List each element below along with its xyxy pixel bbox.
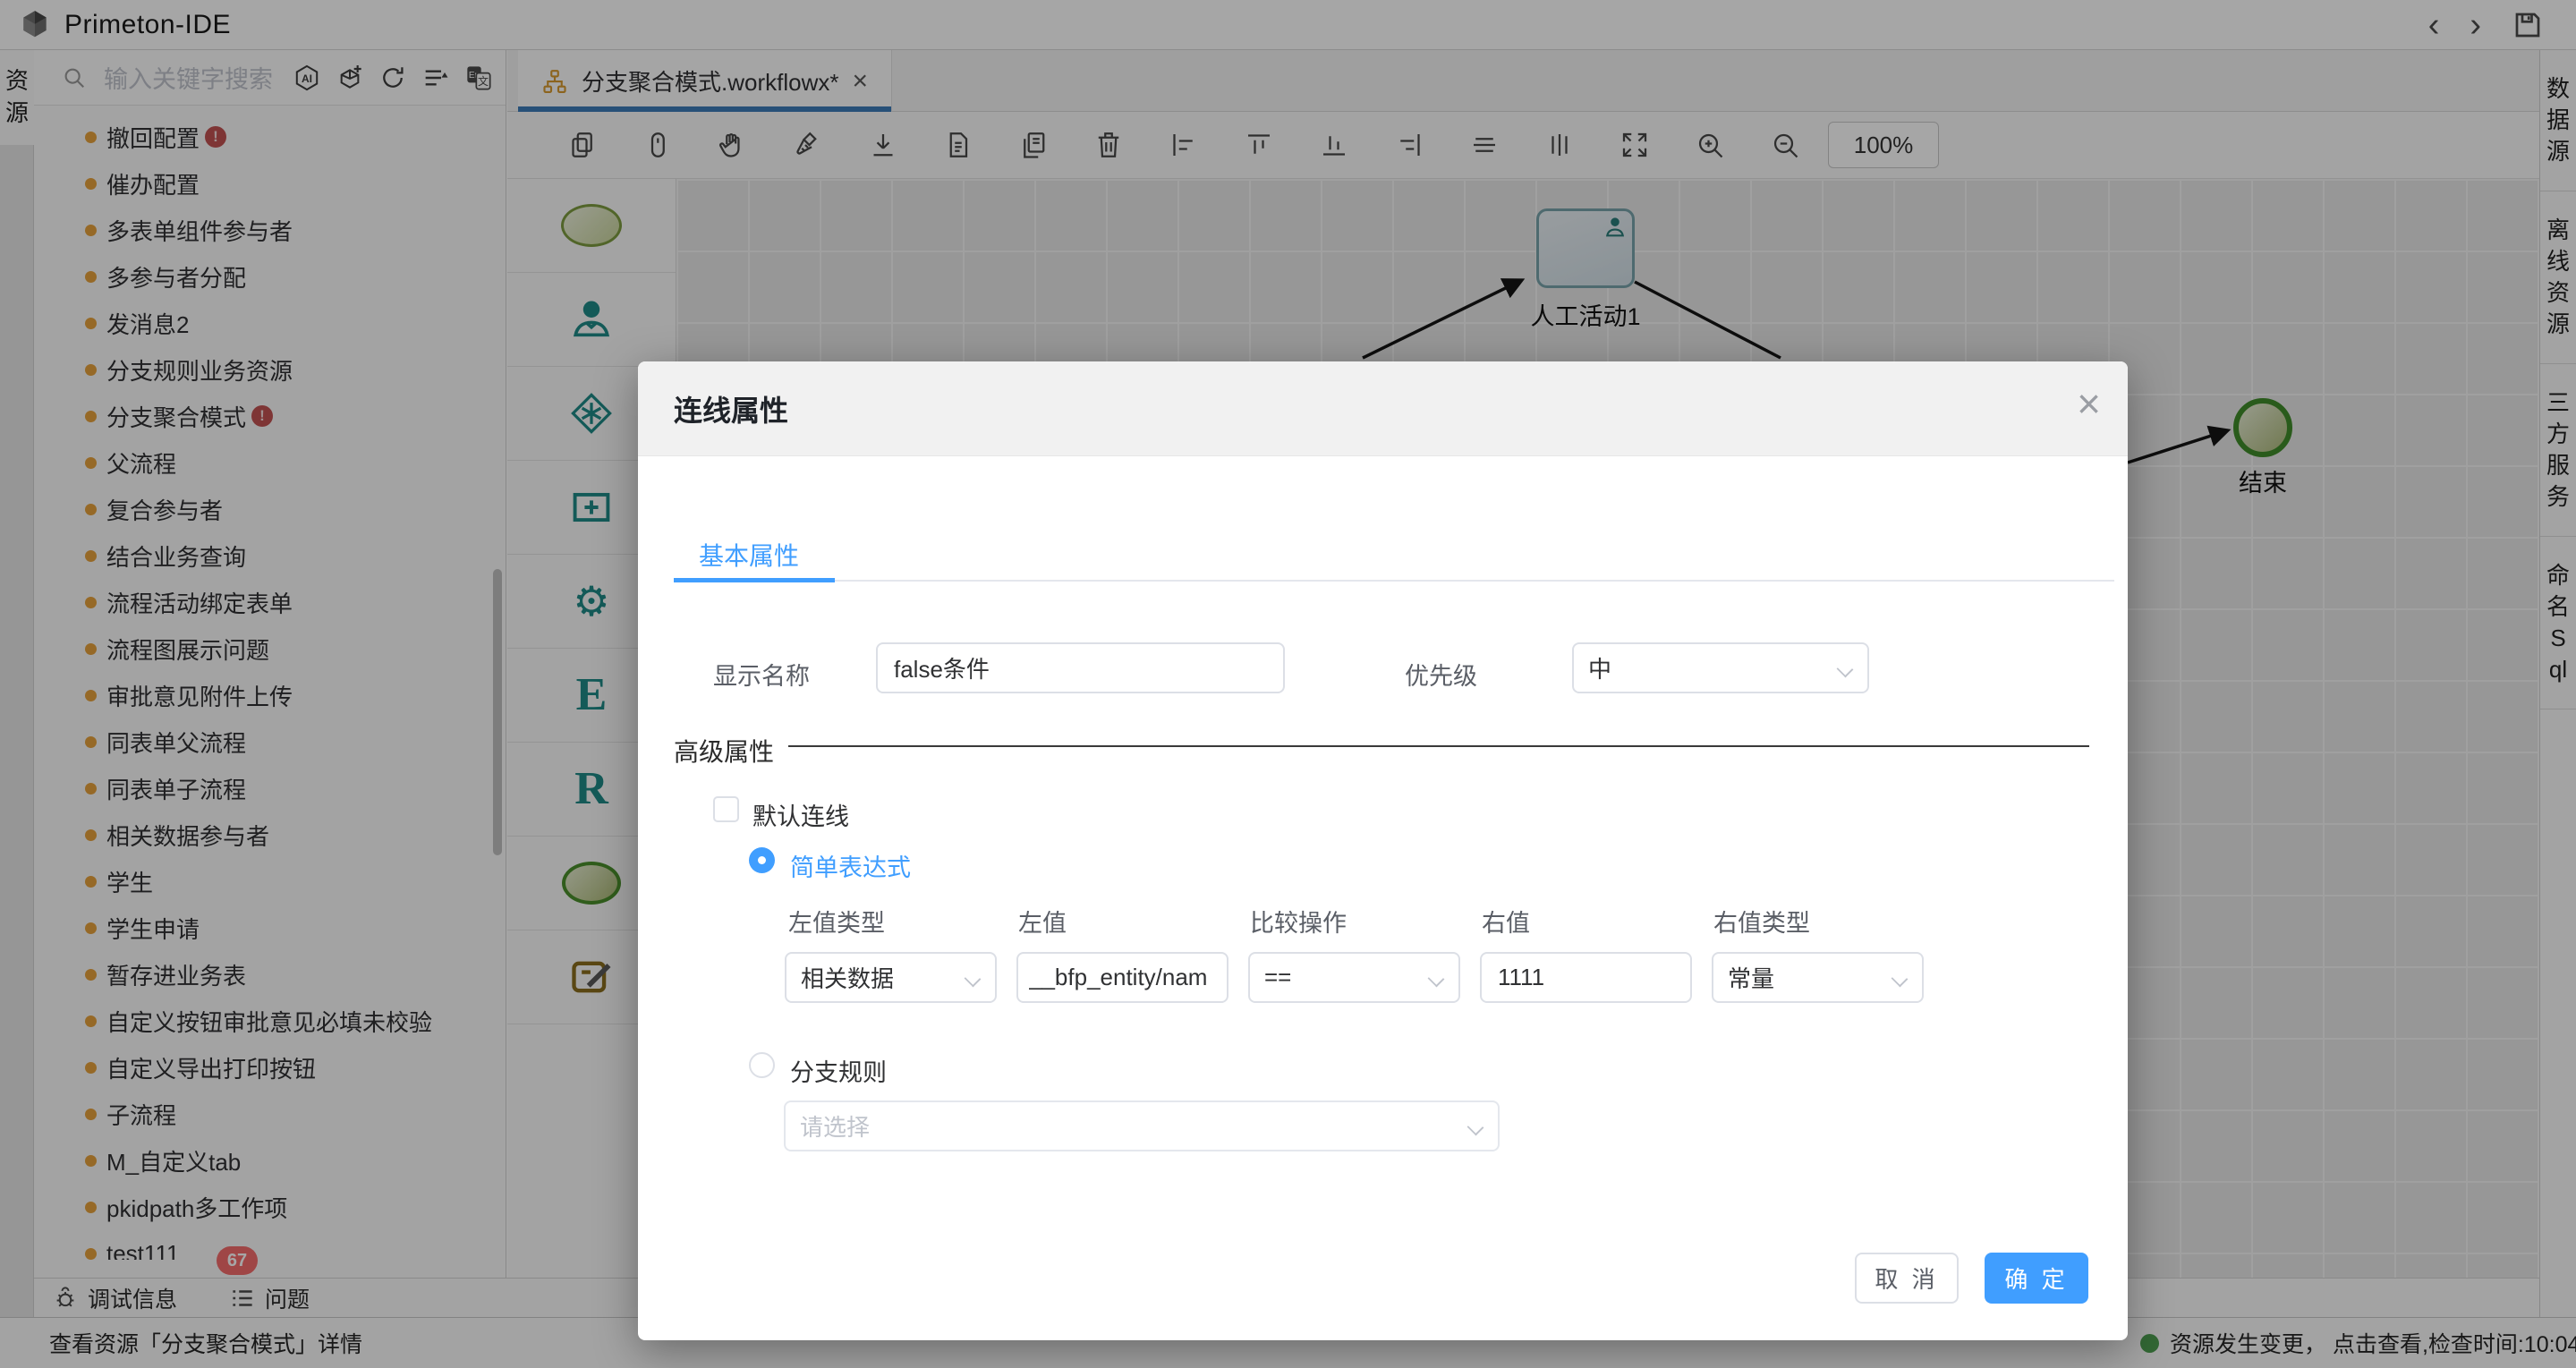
priority-value: 中 [1588, 651, 1611, 684]
simple-expression-label: 简单表达式 [790, 848, 911, 883]
left-value-label: 左值 [1018, 904, 1067, 939]
display-name-field[interactable] [876, 642, 1285, 693]
priority-label: 优先级 [1405, 657, 1477, 692]
display-name-label: 显示名称 [713, 657, 810, 692]
primeton-ide-window: Primeton-IDE ‹ › 资源 输入关键字搜索 AI [0, 0, 2576, 1368]
right-type-value: 常量 [1728, 961, 1774, 994]
advanced-section-label: 高级属性 [674, 733, 774, 769]
branch-rule-radio[interactable] [749, 1052, 775, 1078]
branch-rule-placeholder: 请选择 [800, 1109, 870, 1143]
advanced-section-divider [788, 745, 2089, 747]
branch-rule-label: 分支规则 [790, 1053, 887, 1088]
operator-select[interactable]: == [1248, 952, 1460, 1003]
tab-divider [674, 580, 2114, 582]
chevron-down-icon [1467, 1119, 1484, 1136]
chevron-down-icon [965, 971, 982, 988]
priority-select[interactable]: 中 [1572, 642, 1869, 693]
left-value-field[interactable] [1016, 952, 1228, 1003]
operator-value: == [1264, 964, 1291, 991]
close-icon[interactable]: × [2077, 383, 2101, 424]
cancel-button[interactable]: 取 消 [1855, 1253, 1959, 1304]
confirm-button[interactable]: 确 定 [1985, 1253, 2088, 1304]
left-type-label: 左值类型 [788, 904, 885, 939]
simple-expression-radio[interactable] [749, 847, 775, 873]
dialog-header: 连线属性 × [638, 361, 2128, 456]
left-type-value: 相关数据 [801, 961, 894, 994]
right-type-select[interactable]: 常量 [1712, 952, 1924, 1003]
branch-rule-select[interactable]: 请选择 [784, 1100, 1500, 1151]
right-type-label: 右值类型 [1713, 904, 1810, 939]
connection-properties-dialog: 连线属性 × 基本属性 显示名称 优先级 中 高级属性 默认连线 简单表达式 左… [638, 361, 2128, 1340]
chevron-down-icon [1837, 661, 1854, 678]
chevron-down-icon [1428, 971, 1445, 988]
tab-basic-properties[interactable]: 基本属性 [674, 537, 824, 573]
dialog-title: 连线属性 [674, 388, 788, 429]
operator-label: 比较操作 [1250, 904, 1347, 939]
right-value-field[interactable] [1480, 952, 1692, 1003]
left-type-select[interactable]: 相关数据 [785, 952, 997, 1003]
right-value-label: 右值 [1482, 904, 1530, 939]
default-line-label: 默认连线 [752, 797, 849, 832]
tab-active-indicator [674, 578, 835, 582]
default-line-checkbox[interactable] [713, 796, 739, 822]
chevron-down-icon [1892, 971, 1909, 988]
